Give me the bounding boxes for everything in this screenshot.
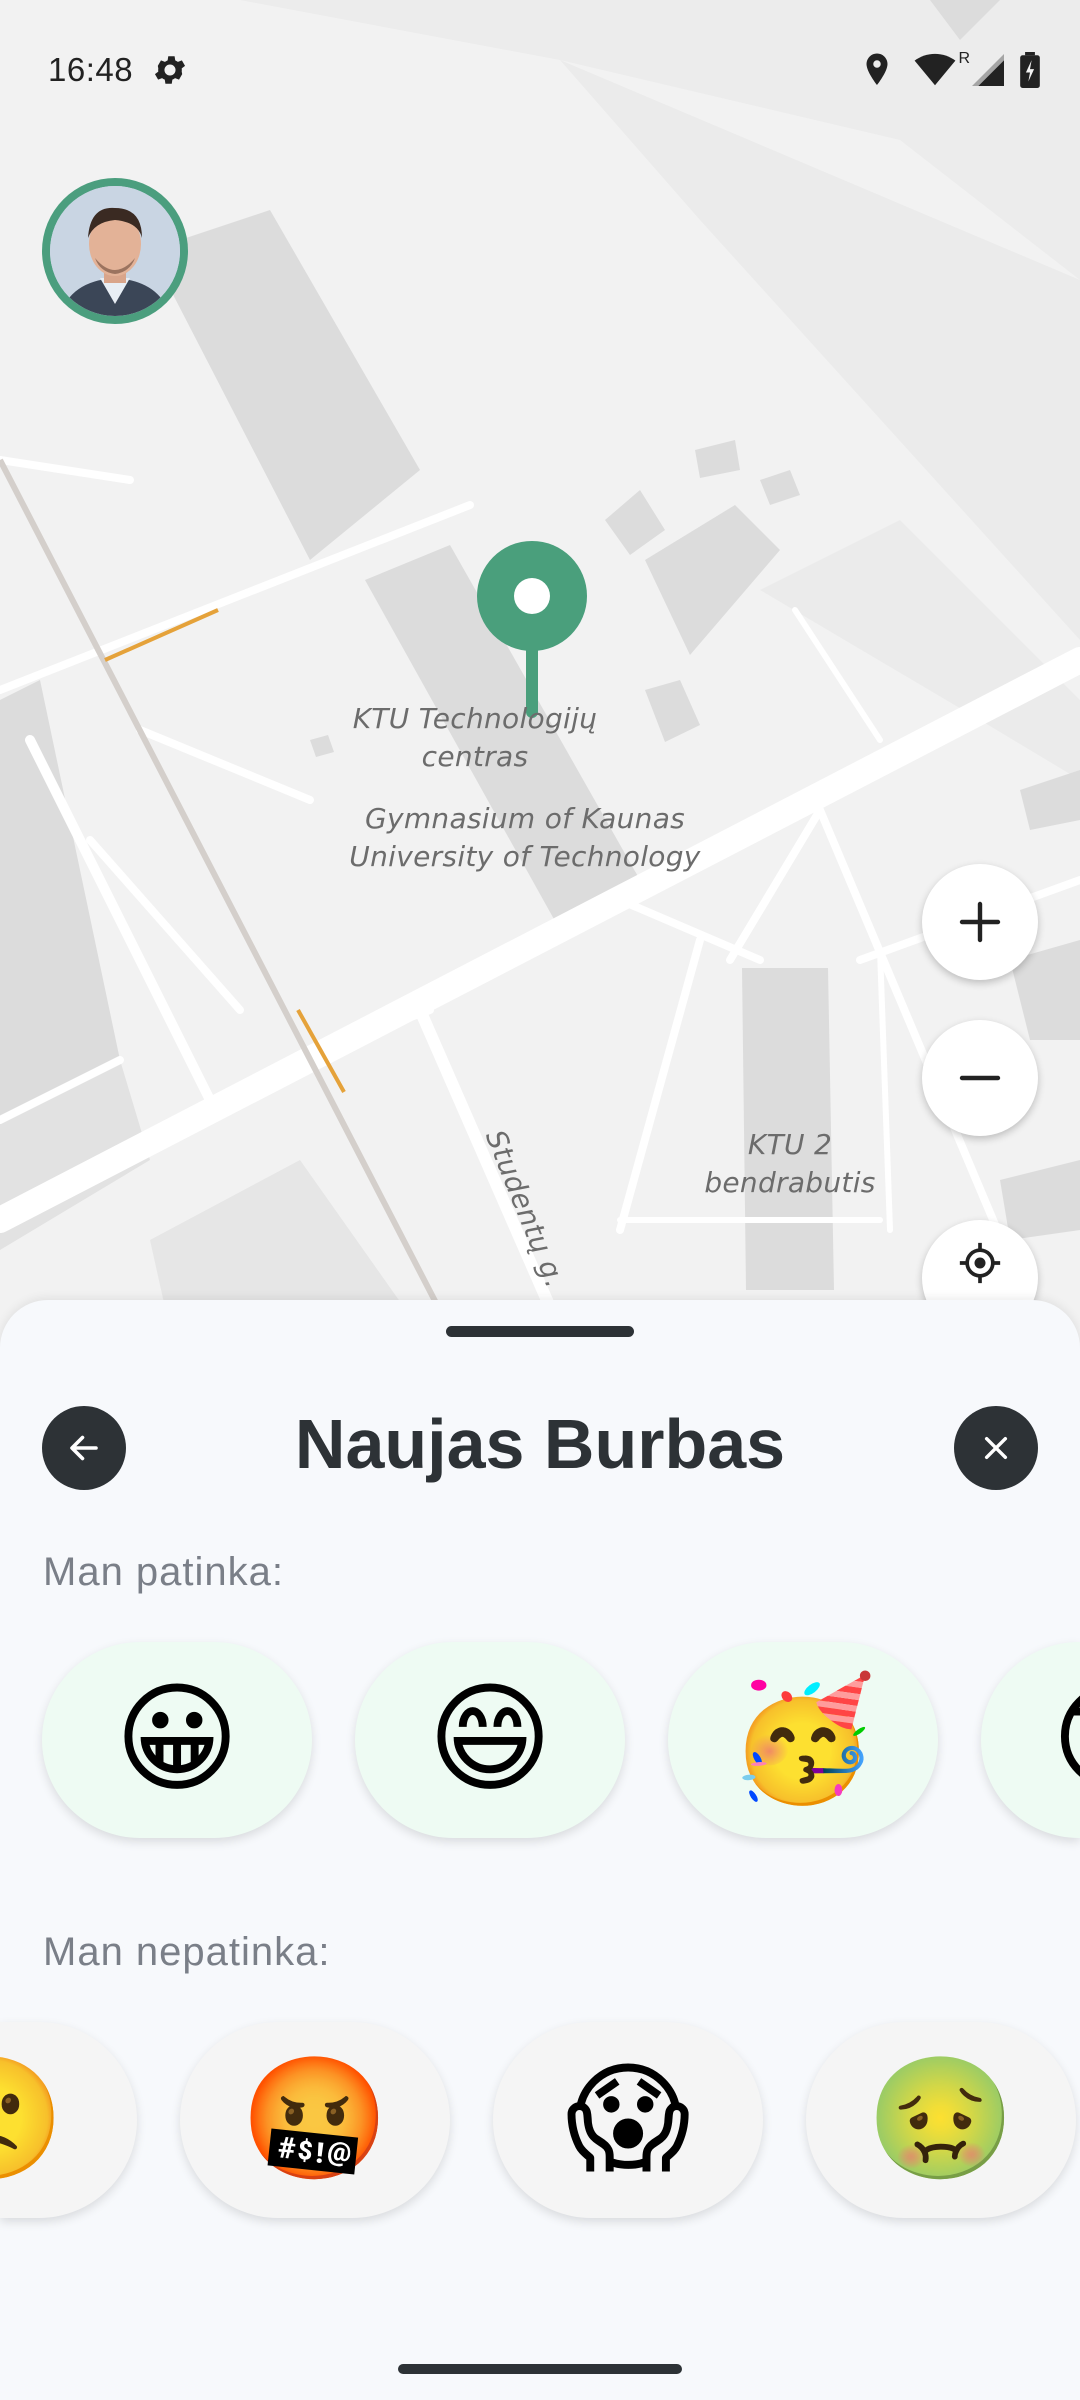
roaming-indicator: R: [958, 50, 970, 67]
map-label-dorm: KTU 2 bendrabutis: [704, 1128, 876, 1199]
sheet-drag-handle[interactable]: [446, 1326, 634, 1337]
sheet-title: Naujas Burbas: [294, 1405, 786, 1483]
cursing-face-icon: 🤬: [240, 2050, 390, 2189]
map-label-gymnasium: Gymnasium of Kaunas University of Techno…: [349, 802, 701, 873]
close-icon: [980, 1432, 1012, 1464]
map-label-ktu-center: KTU Technologijų centras: [352, 702, 598, 773]
likes-label: Man patinka:: [43, 1550, 285, 1594]
back-button[interactable]: [42, 1406, 126, 1490]
zoom-out-button[interactable]: [922, 1020, 1038, 1136]
arrow-left-icon: [66, 1430, 102, 1466]
frowning-face-icon: 🙁: [0, 2060, 65, 2180]
dislike-option[interactable]: 🙁: [0, 2022, 137, 2218]
dislike-option[interactable]: 😱: [493, 2022, 763, 2218]
dislikes-label: Man nepatinka:: [43, 1930, 331, 1974]
nauseated-face-icon: 🤢: [866, 2050, 1016, 2189]
plus-icon: [956, 898, 1004, 946]
smiling-face-icon: 😄: [427, 1670, 553, 1809]
location-icon: [862, 52, 892, 88]
screaming-face-icon: 😱: [565, 2050, 691, 2189]
minus-icon: [956, 1054, 1004, 1102]
home-indicator[interactable]: [398, 2364, 682, 2374]
like-option[interactable]: 😄: [355, 1642, 625, 1838]
status-time: 16:48: [48, 51, 134, 88]
close-button[interactable]: [954, 1406, 1038, 1490]
settings-icon: [151, 51, 189, 89]
battery-icon: [1020, 52, 1040, 88]
avatar-photo: [50, 186, 180, 316]
sunglasses-face-icon: 😎: [1051, 1680, 1080, 1800]
partying-face-icon: 🥳: [728, 1670, 878, 1809]
like-option[interactable]: 😎: [981, 1642, 1080, 1838]
new-bubble-sheet: Naujas Burbas Man patinka: 😀 😄 🥳 😎 Man n…: [0, 1300, 1080, 2400]
cellular-icon: [972, 53, 1004, 87]
grinning-face-icon: 😀: [114, 1670, 240, 1809]
locate-icon: [958, 1241, 1002, 1285]
like-option[interactable]: 😀: [42, 1642, 312, 1838]
wifi-icon: [914, 53, 956, 87]
zoom-in-button[interactable]: [922, 864, 1038, 980]
dislike-option[interactable]: 🤬: [180, 2022, 450, 2218]
like-option[interactable]: 🥳: [668, 1642, 938, 1838]
user-avatar[interactable]: [42, 178, 188, 324]
dislike-option[interactable]: 🤢: [806, 2022, 1076, 2218]
status-bar: 16:48 R: [48, 40, 1040, 100]
